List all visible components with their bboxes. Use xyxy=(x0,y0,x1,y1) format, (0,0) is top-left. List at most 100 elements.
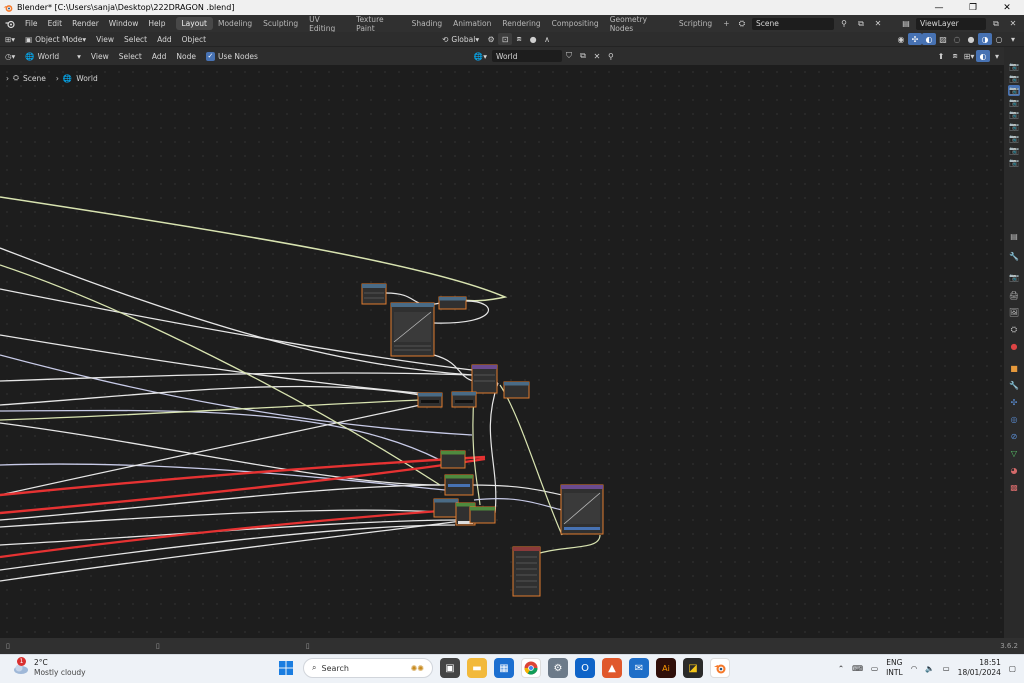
clock[interactable]: 18:51 18/01/2024 xyxy=(958,658,1001,678)
notifications-icon[interactable]: ▢ xyxy=(1009,664,1016,673)
illustrator-icon[interactable]: Ai xyxy=(656,658,676,678)
object-mode-dropdown[interactable]: ▣ Object Mode ▾ xyxy=(20,32,91,47)
node-overlay-icon[interactable]: ◐ xyxy=(976,50,990,62)
world-datablock-icon[interactable]: 🌐▾ xyxy=(469,47,492,65)
battery-icon[interactable]: ▭ xyxy=(943,664,950,673)
tab-scripting[interactable]: Scripting xyxy=(673,17,717,30)
properties-editor-type-icon[interactable]: ▤ xyxy=(1008,231,1020,242)
menu-help[interactable]: Help xyxy=(143,15,170,32)
menu-select-3d[interactable]: Select xyxy=(119,32,152,47)
node-texture-coordinate[interactable] xyxy=(361,283,387,305)
chrome-icon[interactable] xyxy=(521,658,541,678)
proportional-edit-icon[interactable]: ● xyxy=(526,33,540,45)
transform-orientation-dropdown[interactable]: ⟲ Global ▾ xyxy=(437,32,484,47)
close-button[interactable]: ✕ xyxy=(990,0,1024,15)
blender-menu-icon[interactable] xyxy=(0,15,20,32)
menu-window[interactable]: Window xyxy=(104,15,144,32)
weather-widget[interactable]: 1 2°C Mostly cloudy xyxy=(12,657,86,678)
camera-icon[interactable]: 📷 xyxy=(1008,121,1020,132)
shading-options-icon[interactable]: ▾ xyxy=(1006,33,1020,45)
camera-icon[interactable]: 📷 xyxy=(1008,73,1020,84)
scene-properties-icon[interactable]: ⛭ xyxy=(1008,324,1020,335)
node-separate[interactable] xyxy=(503,381,530,399)
tab-compositing[interactable]: Compositing xyxy=(546,17,604,30)
duplicate-world-icon[interactable]: ⧉ xyxy=(576,50,590,62)
language-indicator[interactable]: ENG INTL xyxy=(886,658,903,678)
use-nodes-toggle[interactable]: ✓ Use Nodes xyxy=(201,47,263,65)
node-world-output[interactable] xyxy=(512,546,541,597)
camera-icon[interactable]: 📷 xyxy=(1008,145,1020,156)
physics-properties-icon[interactable]: ◎ xyxy=(1008,414,1020,425)
output-properties-icon[interactable]: 🖨 xyxy=(1008,290,1020,301)
taskbar-search[interactable]: ⌕ Search ✺✺ xyxy=(303,658,433,678)
menu-add-node[interactable]: Add xyxy=(147,47,172,65)
wireframe-shading-icon[interactable]: ◌ xyxy=(950,33,964,45)
viewlayer-icon[interactable]: ▤ xyxy=(899,18,913,30)
node-color-ramp-a[interactable] xyxy=(417,392,443,408)
menu-file[interactable]: File xyxy=(20,15,43,32)
node-vector-math[interactable] xyxy=(433,498,459,518)
tab-layout[interactable]: Layout xyxy=(176,17,213,30)
node-mix-rgb[interactable] xyxy=(444,474,474,496)
scene-icon[interactable]: ⛭ xyxy=(735,18,749,30)
add-workspace-button[interactable]: + xyxy=(718,17,735,30)
visibility-icon[interactable]: ◉ xyxy=(894,33,908,45)
node-mapping[interactable] xyxy=(438,296,467,310)
snap-icon[interactable]: ⊡ xyxy=(498,33,513,45)
menu-node[interactable]: Node xyxy=(171,47,201,65)
camera-icon[interactable]: 📷 xyxy=(1008,109,1020,120)
new-viewlayer-icon[interactable]: ⧉ xyxy=(989,18,1003,30)
tab-uv-editing[interactable]: UV Editing xyxy=(304,15,351,33)
gizmo-icon[interactable]: ✣ xyxy=(908,33,922,45)
xray-icon[interactable]: ▨ xyxy=(936,33,950,45)
volume-icon[interactable]: 🔈 xyxy=(925,664,934,673)
tab-geometry-nodes[interactable]: Geometry Nodes xyxy=(604,15,673,33)
sticky-app-icon[interactable]: ◪ xyxy=(683,658,703,678)
outlook-icon[interactable]: O xyxy=(575,658,595,678)
microsoft-store-icon[interactable]: ▦ xyxy=(494,658,514,678)
tab-shading[interactable]: Shading xyxy=(406,17,447,30)
tray-chevron-icon[interactable]: ⌃ xyxy=(838,664,844,673)
camera-icon[interactable]: 📷 xyxy=(1008,133,1020,144)
snap-mode-icon[interactable]: ⧈ xyxy=(512,33,526,45)
keyboard-icon[interactable]: ⌨ xyxy=(852,664,863,673)
app-icon[interactable]: ▲ xyxy=(602,658,622,678)
delete-scene-icon[interactable]: ✕ xyxy=(871,18,885,30)
file-explorer-icon[interactable]: ▬ xyxy=(467,658,487,678)
camera-icon[interactable]: 📷 xyxy=(1008,85,1020,96)
menu-add-3d[interactable]: Add xyxy=(152,32,177,47)
new-scene-icon[interactable]: ⧉ xyxy=(854,18,868,30)
snap-node-mode-icon[interactable]: ⊞▾ xyxy=(962,50,976,62)
material-shading-icon[interactable]: ◑ xyxy=(978,33,992,45)
fake-user-icon[interactable]: ⛉ xyxy=(562,50,576,62)
scene-field[interactable]: Scene xyxy=(752,17,834,30)
pin-node-tree-icon[interactable]: ⚲ xyxy=(604,50,618,62)
world-datablock-field[interactable]: World xyxy=(491,50,562,62)
minimize-button[interactable]: — xyxy=(922,0,956,15)
task-view-icon[interactable]: ▣ xyxy=(440,658,460,678)
viewlayer-field[interactable]: ViewLayer xyxy=(916,17,986,30)
material-properties-icon[interactable]: ◕ xyxy=(1008,465,1020,476)
tool-settings-icon[interactable]: 🔧 xyxy=(1008,251,1020,262)
render-properties-icon[interactable]: 📷 xyxy=(1008,272,1020,283)
parent-node-tree-icon[interactable]: ⬆ xyxy=(934,50,948,62)
node-overlay-options-icon[interactable]: ▾ xyxy=(990,50,1004,62)
blender-taskbar-icon[interactable] xyxy=(710,658,730,678)
camera-icon[interactable]: 📷 xyxy=(1008,157,1020,168)
editor-type-icon[interactable]: ⊞▾ xyxy=(0,32,20,47)
modifier-properties-icon[interactable]: 🔧 xyxy=(1008,380,1020,391)
tab-sculpting[interactable]: Sculpting xyxy=(258,17,304,30)
camera-icon[interactable]: 📷 xyxy=(1008,97,1020,108)
overlay-icon[interactable]: ◐ xyxy=(922,33,936,45)
solid-shading-icon[interactable]: ● xyxy=(964,33,978,45)
menu-render[interactable]: Render xyxy=(67,15,104,32)
windows-start-icon[interactable] xyxy=(276,658,296,678)
tab-texture-paint[interactable]: Texture Paint xyxy=(351,15,407,33)
menu-object[interactable]: Object xyxy=(177,32,211,47)
node-rgb-curves[interactable] xyxy=(390,302,435,357)
pin-icon[interactable]: ⚲ xyxy=(837,18,851,30)
node-editor-type-icon[interactable]: ◷▾ xyxy=(0,47,20,65)
shader-type-dropdown[interactable]: 🌐 World ▾ xyxy=(20,47,86,65)
node-small-b[interactable] xyxy=(469,506,496,524)
settings-gear-icon[interactable]: ⚙ xyxy=(548,658,568,678)
